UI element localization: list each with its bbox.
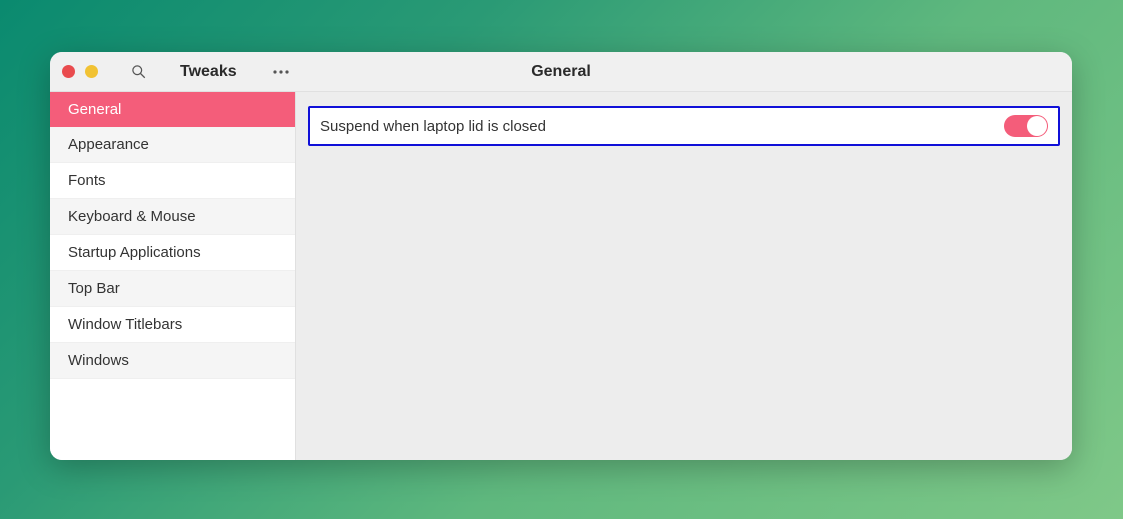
setting-suspend-lid-toggle[interactable] xyxy=(1004,115,1048,137)
menu-button[interactable] xyxy=(267,58,295,86)
dots-horizontal-icon xyxy=(273,70,289,74)
sidebar-item-fonts[interactable]: Fonts xyxy=(50,163,295,199)
window-controls xyxy=(62,65,98,78)
sidebar-item-windows[interactable]: Windows xyxy=(50,343,295,379)
sidebar-item-keyboard-mouse[interactable]: Keyboard & Mouse xyxy=(50,199,295,235)
sidebar-item-appearance[interactable]: Appearance xyxy=(50,127,295,163)
search-icon xyxy=(131,64,146,79)
sidebar-item-label: Keyboard & Mouse xyxy=(68,208,196,225)
sidebar-item-top-bar[interactable]: Top Bar xyxy=(50,271,295,307)
sidebar-item-startup-applications[interactable]: Startup Applications xyxy=(50,235,295,271)
tweaks-window: Tweaks General General Appearance Fonts xyxy=(50,52,1072,460)
setting-suspend-lid-label: Suspend when laptop lid is closed xyxy=(320,118,546,135)
minimize-window-button[interactable] xyxy=(85,65,98,78)
search-button[interactable] xyxy=(124,58,152,86)
sidebar-item-label: Fonts xyxy=(68,172,106,189)
sidebar-item-general[interactable]: General xyxy=(50,92,295,127)
setting-suspend-lid-row: Suspend when laptop lid is closed xyxy=(308,106,1060,146)
sidebar-item-label: Windows xyxy=(68,352,129,369)
toggle-knob xyxy=(1027,116,1047,136)
sidebar-item-label: General xyxy=(68,101,121,118)
sidebar-item-label: Top Bar xyxy=(68,280,120,297)
content-panel: Suspend when laptop lid is closed xyxy=(296,92,1072,460)
sidebar-item-label: Appearance xyxy=(68,136,149,153)
sidebar: General Appearance Fonts Keyboard & Mous… xyxy=(50,92,296,460)
titlebar: Tweaks General xyxy=(50,52,1072,92)
app-title: Tweaks xyxy=(180,63,237,81)
titlebar-left: Tweaks xyxy=(50,52,296,91)
body-area: General Appearance Fonts Keyboard & Mous… xyxy=(50,92,1072,460)
sidebar-item-window-titlebars[interactable]: Window Titlebars xyxy=(50,307,295,343)
sidebar-item-label: Window Titlebars xyxy=(68,316,182,333)
sidebar-item-label: Startup Applications xyxy=(68,244,201,261)
close-window-button[interactable] xyxy=(62,65,75,78)
